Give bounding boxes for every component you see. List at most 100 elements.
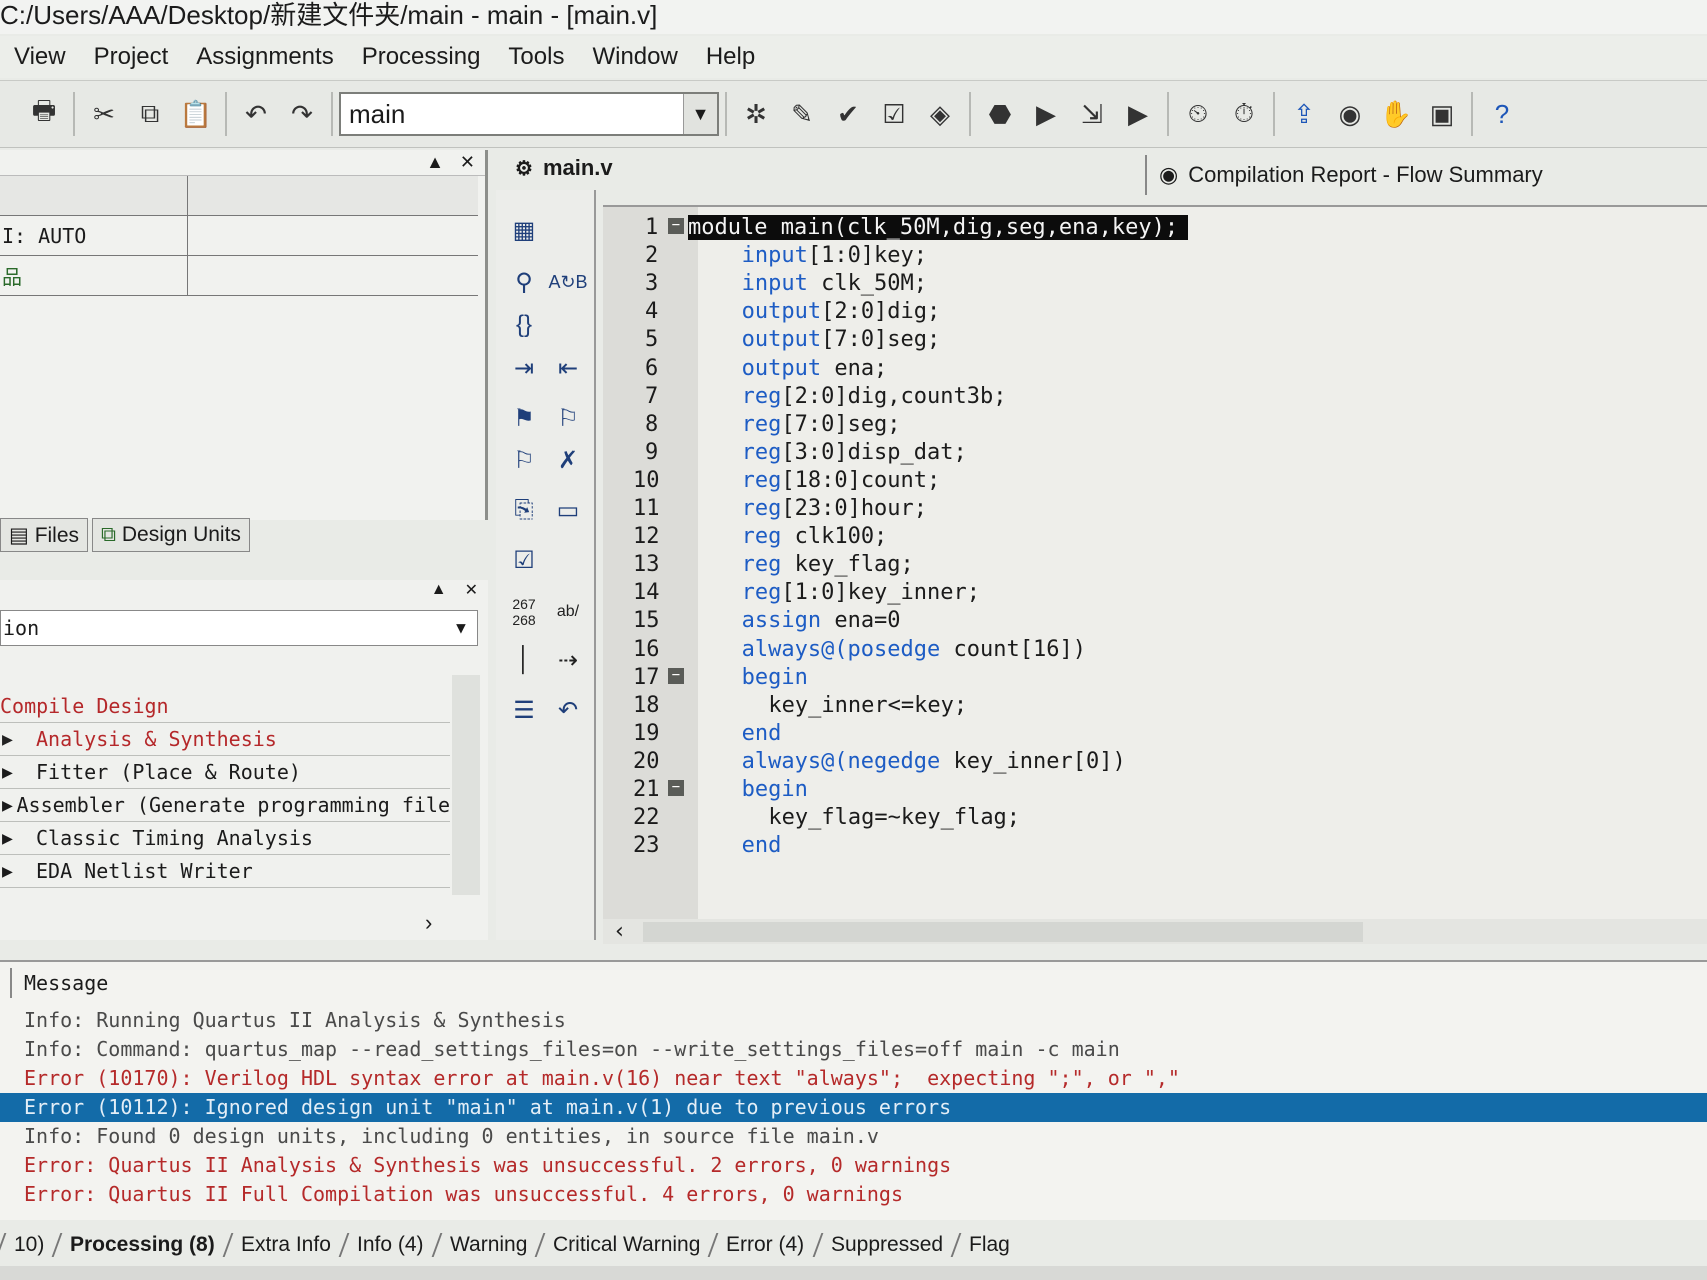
message-line[interactable]: Info: Command: quartus_map --read_settin…: [0, 1035, 1707, 1064]
find-icon[interactable]: ⚲: [504, 262, 544, 302]
code-line[interactable]: 13 reg key_flag;: [603, 552, 1707, 581]
code-line[interactable]: 20 always@(negedge key_inner[0]): [603, 749, 1707, 778]
bookmark-next-icon[interactable]: ⚐: [548, 398, 588, 438]
check-doc-icon[interactable]: ☑: [504, 540, 544, 580]
menu-processing[interactable]: Processing: [348, 43, 495, 71]
message-tab[interactable]: Info (4): [338, 1233, 440, 1257]
table-row[interactable]: 品: [0, 256, 478, 296]
undo-icon[interactable]: ↶: [236, 92, 276, 136]
task-classic-timing[interactable]: ▶ Classic Timing Analysis: [0, 822, 450, 855]
paste-icon[interactable]: 📋: [176, 92, 216, 136]
code-line[interactable]: 18 key_inner<=key;: [603, 693, 1707, 722]
code-line[interactable]: 17− begin: [603, 665, 1707, 694]
close-icon[interactable]: ✕: [465, 580, 478, 600]
task-compile-design[interactable]: Compile Design: [0, 690, 450, 723]
tab-files[interactable]: ▤ Files: [0, 518, 89, 552]
chevron-up-icon[interactable]: ▲: [431, 581, 447, 599]
code-line[interactable]: 6 output ena;: [603, 356, 1707, 385]
code-line[interactable]: 2 input[1:0]key;: [603, 243, 1707, 272]
scroll-left-icon[interactable]: ‹: [613, 919, 626, 944]
bookmark-toggle-icon[interactable]: ⚑: [504, 398, 544, 438]
message-line[interactable]: Error (10170): Verilog HDL syntax error …: [0, 1064, 1707, 1093]
code-line[interactable]: 16 always@(posedge count[16]): [603, 637, 1707, 666]
wrap-text-icon[interactable]: ab/: [548, 592, 588, 632]
task-analysis-synthesis[interactable]: ▶ Analysis & Synthesis: [0, 723, 450, 756]
brace-match-icon[interactable]: {}: [504, 305, 544, 345]
code-line[interactable]: 4 output[2:0]dig;: [603, 299, 1707, 328]
code-line[interactable]: 10 reg[18:0]count;: [603, 468, 1707, 497]
code-line[interactable]: 9 reg[3:0]disp_dat;: [603, 440, 1707, 469]
code-line[interactable]: 15 assign ena=0: [603, 608, 1707, 637]
code-line[interactable]: 14 reg[1:0]key_inner;: [603, 580, 1707, 609]
code-line[interactable]: 8 reg[7:0]seg;: [603, 412, 1707, 441]
chip-editor-icon[interactable]: ▣: [1422, 92, 1462, 136]
close-icon[interactable]: ✕: [460, 152, 475, 173]
menu-tools[interactable]: Tools: [494, 43, 578, 71]
code-line[interactable]: 7 reg[2:0]dig,count3b;: [603, 384, 1707, 413]
menu-assignments[interactable]: Assignments: [182, 43, 347, 71]
attach-icon[interactable]: ⎘: [504, 490, 544, 530]
fold-toggle-icon[interactable]: −: [668, 667, 684, 684]
task-fitter[interactable]: ▶ Fitter (Place & Route): [0, 756, 450, 789]
menu-window[interactable]: Window: [578, 43, 691, 71]
copy-icon[interactable]: ⧉: [130, 92, 170, 136]
code-line[interactable]: 12 reg clk100;: [603, 524, 1707, 553]
code-line[interactable]: 19 end: [603, 721, 1707, 750]
menu-project[interactable]: Project: [80, 43, 183, 71]
menu-view[interactable]: View: [0, 43, 80, 71]
message-line[interactable]: Error (10112): Ignored design unit "main…: [0, 1093, 1707, 1122]
insert-template-icon[interactable]: ▦: [504, 210, 544, 250]
tasks-scrollbar[interactable]: [452, 675, 480, 895]
line-number-icon[interactable]: 267 268: [504, 592, 544, 632]
menu-help[interactable]: Help: [692, 43, 769, 71]
table-row[interactable]: I: AUTO: [0, 216, 478, 256]
chip-planner-icon[interactable]: ✲: [736, 92, 776, 136]
message-line[interactable]: Info: Running Quartus II Analysis & Synt…: [0, 1006, 1707, 1035]
redo-icon[interactable]: ↷: [282, 92, 322, 136]
code-line[interactable]: 21− begin: [603, 777, 1707, 806]
code-line[interactable]: 22 key_flag=~key_flag;: [603, 805, 1707, 834]
chevron-down-icon[interactable]: ▼: [683, 94, 717, 134]
start-compilation-icon[interactable]: ▶: [1026, 92, 1066, 136]
message-tab[interactable]: Critical Warning: [534, 1233, 717, 1257]
stop-icon[interactable]: ⬣: [980, 92, 1020, 136]
message-tab[interactable]: Extra Info: [222, 1233, 348, 1257]
message-tab[interactable]: Warning: [431, 1233, 544, 1257]
code-line[interactable]: 3 input clk_50M;: [603, 271, 1707, 300]
cursor-icon[interactable]: │: [504, 640, 544, 680]
analysis-check-icon[interactable]: ✔: [828, 92, 868, 136]
hand-icon[interactable]: ✋: [1376, 92, 1416, 136]
task-assembler[interactable]: ▶ Assembler (Generate programming file: [0, 789, 450, 822]
code-line[interactable]: 5 output[7:0]seg;: [603, 327, 1707, 356]
settings-diamond-icon[interactable]: ◈: [920, 92, 960, 136]
compilation-report-tab[interactable]: ◉ Compilation Report - Flow Summary: [1145, 155, 1707, 195]
start-fitter-icon[interactable]: ▶: [1118, 92, 1158, 136]
find-replace-icon[interactable]: A↻B: [548, 262, 588, 302]
bookmark-clear-icon[interactable]: ✗: [548, 440, 588, 480]
fold-toggle-icon[interactable]: −: [668, 218, 684, 234]
code-line[interactable]: 11 reg[23:0]hour;: [603, 496, 1707, 525]
expand-arrow-icon[interactable]: ▶: [0, 828, 36, 849]
code-line[interactable]: 1− module main(clk_50M,dig,seg,ena,key);: [603, 215, 1707, 244]
chevron-down-icon[interactable]: ▼: [447, 614, 475, 642]
expand-arrow-icon[interactable]: ▶: [0, 861, 36, 882]
compilation-report-icon[interactable]: ◉: [1330, 92, 1370, 136]
expand-arrow-icon[interactable]: ▶: [0, 729, 36, 750]
code-editor[interactable]: 1− module main(clk_50M,dig,seg,ena,key); 2…: [603, 205, 1707, 944]
print-icon[interactable]: 🖶: [24, 92, 64, 136]
cut-icon[interactable]: ✂: [84, 92, 124, 136]
message-tab[interactable]: Processing (8): [51, 1233, 232, 1257]
message-tab[interactable]: Flag: [950, 1233, 1026, 1257]
indent-icon[interactable]: ⇥: [504, 348, 544, 388]
arrow-right-icon[interactable]: ⇢: [548, 640, 588, 680]
programmer-icon[interactable]: ⇪: [1284, 92, 1324, 136]
expand-arrow-icon[interactable]: ▶: [0, 795, 17, 816]
undo-icon[interactable]: ↶: [548, 690, 588, 730]
scroll-icon[interactable]: ▭: [548, 490, 588, 530]
entity-combobox[interactable]: main ▼: [339, 92, 719, 136]
fold-toggle-icon[interactable]: −: [668, 780, 684, 796]
message-tab[interactable]: Suppressed: [812, 1233, 959, 1257]
start-analysis-icon[interactable]: ⇲: [1072, 92, 1112, 136]
expand-arrow-icon[interactable]: ▶: [0, 762, 36, 783]
pencil-icon[interactable]: ✎: [782, 92, 822, 136]
